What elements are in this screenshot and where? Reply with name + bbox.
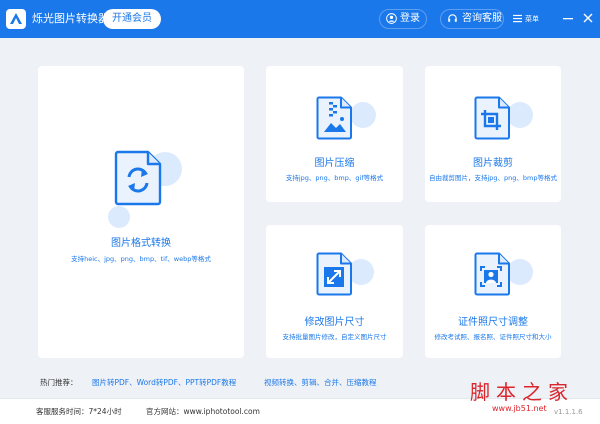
- minimize-icon[interactable]: [562, 12, 574, 24]
- decor-circle: [108, 206, 130, 228]
- app-title: 烁光图片转换器: [32, 12, 109, 25]
- card-description: 支持heic、jpg、png、bmp、tif、webp等格式: [71, 255, 211, 263]
- main-content: 图片格式转换 支持heic、jpg、png、bmp、tif、webp等格式 图片…: [0, 38, 600, 408]
- watermark-url: www.jb51.net: [492, 404, 547, 413]
- hot-label: 热门推荐：: [40, 378, 78, 387]
- card-title: 图片压缩: [314, 158, 355, 169]
- close-icon[interactable]: [582, 12, 594, 24]
- card-description: 支持jpg、png、bmp、gif等格式: [285, 174, 384, 182]
- zip-image-icon: [316, 96, 352, 140]
- vip-button[interactable]: 开通会员: [103, 9, 161, 29]
- card-title: 图片格式转换: [111, 238, 171, 249]
- title-bar: 烁光图片转换器 开通会员 登录 咨询客服 菜单: [0, 0, 600, 38]
- tool-card-resize[interactable]: 修改图片尺寸 支持批量图片修改，自定义图片尺寸: [266, 225, 403, 358]
- service-time: 客服服务时间：7*24小时: [36, 407, 122, 416]
- website-link[interactable]: 官方网站：www.iphototool.com: [146, 406, 260, 418]
- user-icon: [386, 13, 397, 24]
- app-logo: [6, 9, 26, 29]
- menu-icon: [513, 14, 522, 23]
- login-label: 登录: [400, 13, 420, 24]
- support-label: 咨询客服: [462, 13, 502, 24]
- watermark: 脚本之家 www.jb51.net: [468, 376, 596, 420]
- card-title: 修改图片尺寸: [304, 317, 365, 328]
- hot-link-video-tutorial[interactable]: 视频转换、剪辑、合并、压缩教程: [264, 377, 377, 389]
- tool-card-format-convert[interactable]: 图片格式转换 支持heic、jpg、png、bmp、tif、webp等格式: [38, 66, 244, 358]
- support-button[interactable]: 咨询客服: [440, 9, 504, 29]
- headset-icon: [448, 14, 457, 22]
- card-description: 自由裁剪图片，支持jpg、png、bmp等格式: [428, 174, 557, 182]
- hot-link-pdf-tutorial[interactable]: 图片转PDF、Word转PDF、PPT转PDF教程: [92, 377, 236, 389]
- tool-card-id-photo[interactable]: 证件照尺寸调整 修改考试照、报名照、证件照尺寸和大小: [425, 225, 561, 358]
- card-title: 图片裁剪: [473, 158, 513, 169]
- card-description: 支持批量图片修改，自定义图片尺寸: [282, 333, 387, 341]
- crop-icon: [474, 96, 510, 140]
- menu-label: 菜单: [525, 15, 539, 23]
- refresh-arrows-icon: [114, 150, 162, 206]
- tool-card-compress[interactable]: 图片压缩 支持jpg、png、bmp、gif等格式: [266, 66, 403, 202]
- login-button[interactable]: 登录: [379, 9, 427, 29]
- tool-card-crop[interactable]: 图片裁剪 自由裁剪图片，支持jpg、png、bmp等格式: [425, 66, 561, 202]
- menu-button[interactable]: 菜单: [513, 13, 539, 27]
- card-description: 修改考试照、报名照、证件照尺寸和大小: [434, 333, 552, 341]
- watermark-text: 脚本之家: [470, 380, 574, 404]
- resize-arrow-icon: [316, 252, 352, 296]
- id-photo-icon: [474, 252, 510, 296]
- card-title: 证件照尺寸调整: [458, 317, 528, 328]
